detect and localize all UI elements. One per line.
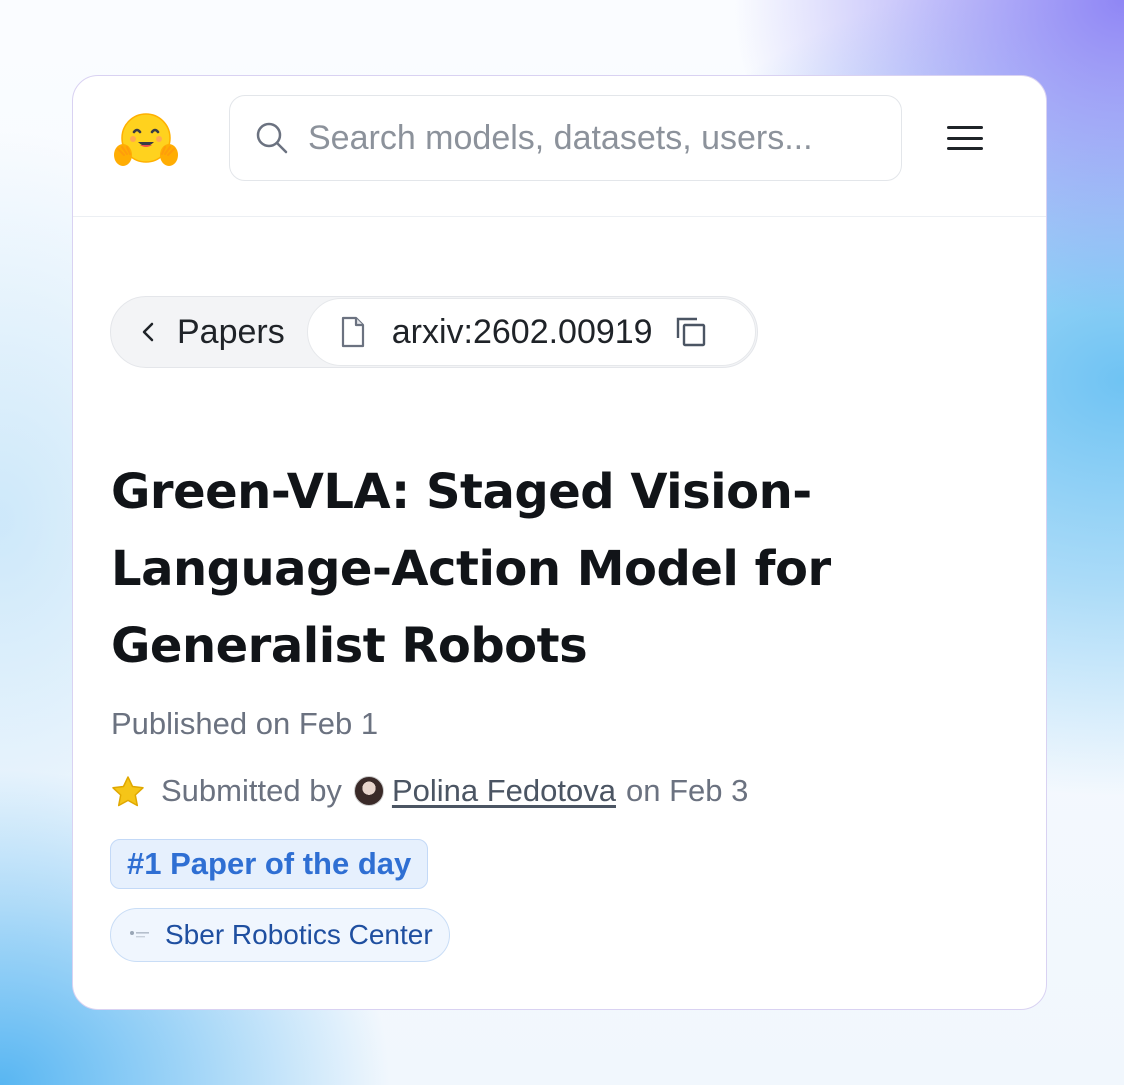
document-icon <box>341 316 364 348</box>
paper-id-pill: arxiv:2602.00919 <box>306 298 756 366</box>
hugging-face-logo-icon[interactable] <box>113 109 179 171</box>
search-bar[interactable] <box>229 95 902 181</box>
menu-line <box>947 136 983 140</box>
search-icon <box>256 122 288 154</box>
avatar[interactable] <box>353 776 384 806</box>
submitted-prefix: Submitted by <box>161 773 342 808</box>
hamburger-menu-icon[interactable] <box>943 121 987 155</box>
organization-name: Sber Robotics Center <box>165 919 433 950</box>
star-icon <box>112 776 144 807</box>
organization-chip[interactable]: Sber Robotics Center <box>110 908 450 962</box>
organization-logo-icon <box>130 931 149 938</box>
search-input[interactable] <box>308 118 868 158</box>
paper-id: arxiv:2602.00919 <box>391 312 653 351</box>
papers-label: Papers <box>177 312 285 351</box>
papers-back-link[interactable]: Papers <box>111 297 307 367</box>
chevron-left-icon <box>142 322 154 342</box>
submitted-by-line: Submitted by Polina Fedotova on Feb 3 <box>111 773 748 809</box>
copy-icon[interactable] <box>675 316 707 348</box>
top-nav <box>73 76 1046 217</box>
published-date: Published on Feb 1 <box>111 706 379 741</box>
menu-line <box>947 147 983 150</box>
breadcrumb: Papers arxiv:2602.00919 <box>110 296 758 368</box>
submitted-date: on Feb 3 <box>625 773 749 808</box>
paper-card: Papers arxiv:2602.00919 Green-VLA: Stage… <box>72 75 1047 1010</box>
paper-title: Green-VLA: Staged Vision-Language-Action… <box>111 464 831 674</box>
menu-line <box>947 126 983 129</box>
submitter-link[interactable]: Polina Fedotova <box>392 773 616 809</box>
paper-of-the-day-badge[interactable]: #1 Paper of the day <box>110 839 429 889</box>
